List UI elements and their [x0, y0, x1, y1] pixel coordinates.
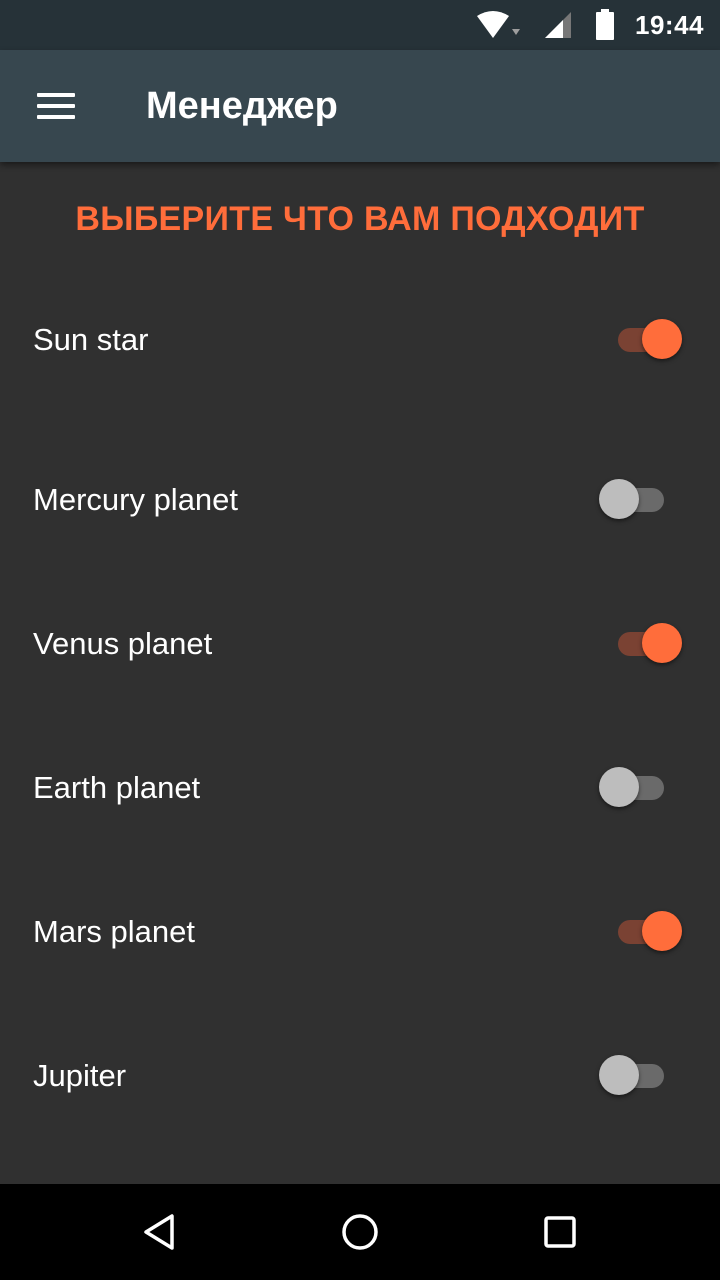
mercury-planet-switch[interactable]: [598, 478, 670, 522]
switch-label: Earth planet: [33, 770, 201, 805]
switch-label: Mercury planet: [33, 482, 239, 517]
switch-thumb: [642, 319, 682, 359]
hamburger-menu-icon: [37, 93, 75, 119]
switch-label: Venus planet: [33, 626, 213, 661]
app-bar: Менеджер: [0, 50, 720, 162]
home-button[interactable]: [336, 1208, 384, 1256]
mars-planet-switch[interactable]: [614, 910, 686, 954]
navigation-bar: [0, 1184, 720, 1280]
earth-planet-switch[interactable]: [598, 766, 670, 810]
switch-row-mercury-planet[interactable]: Mercury planet: [0, 460, 720, 540]
switch-label: Jupiter: [33, 1058, 127, 1093]
section-heading: ВЫБЕРИТЕ ЧТО ВАМ ПОДХОДИТ: [75, 200, 645, 238]
switch-label: Sun star: [33, 322, 149, 357]
recents-button[interactable]: [536, 1208, 584, 1256]
switch-row-venus-planet[interactable]: Venus planet: [0, 604, 720, 684]
switch-thumb: [599, 767, 639, 807]
home-icon: [342, 1214, 378, 1250]
switch-thumb: [599, 1055, 639, 1095]
switch-row-mars-planet[interactable]: Mars planet: [0, 892, 720, 972]
back-icon: [144, 1214, 174, 1250]
switch-thumb: [642, 911, 682, 951]
sun-star-switch[interactable]: [614, 318, 686, 362]
switch-thumb: [642, 623, 682, 663]
switch-row-jupiter[interactable]: Jupiter: [0, 1036, 720, 1116]
status-time: 19:44: [635, 9, 704, 40]
settings-content: ВЫБЕРИТЕ ЧТО ВАМ ПОДХОДИТ Sun star Mercu…: [0, 162, 720, 1184]
app-title: Менеджер: [146, 84, 338, 127]
back-button[interactable]: [136, 1208, 184, 1256]
recents-icon: [544, 1216, 576, 1248]
switch-row-earth-planet[interactable]: Earth planet: [0, 748, 720, 828]
menu-button[interactable]: [0, 50, 112, 162]
switch-thumb: [599, 479, 639, 519]
venus-planet-switch[interactable]: [614, 622, 686, 666]
status-bar: 19:44: [0, 0, 720, 50]
jupiter-switch[interactable]: [598, 1054, 670, 1098]
switch-label: Mars planet: [33, 914, 195, 949]
wifi-icon: [475, 10, 521, 40]
switch-row-sun-star[interactable]: Sun star: [0, 300, 720, 380]
signal-icon: [543, 10, 573, 40]
battery-icon: [595, 9, 615, 41]
